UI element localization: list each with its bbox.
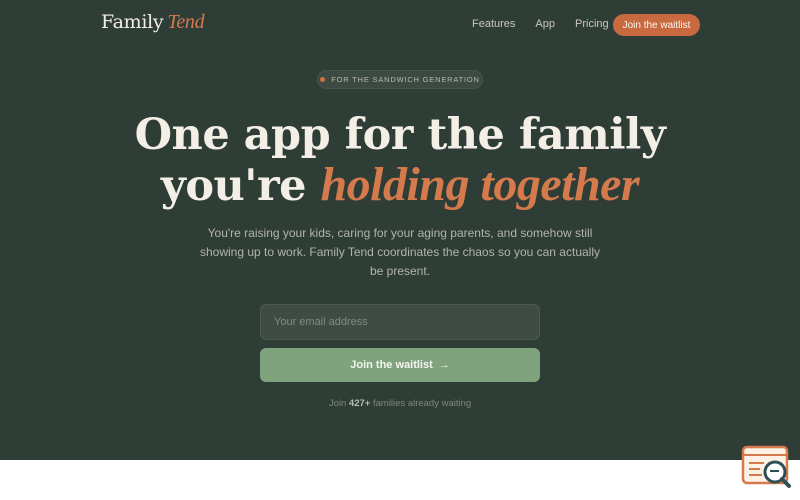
headline-line2-accent: holding together: [320, 158, 640, 211]
waitlist-count: 427+: [348, 398, 371, 409]
nav-link-pricing[interactable]: Pricing: [575, 18, 609, 30]
top-nav: Family Tend Features App Pricing Join the…: [0, 0, 800, 50]
badge-label: FOR THE SANDWICH GENERATION: [331, 75, 480, 84]
headline-line1: One app for the family: [134, 110, 666, 160]
social-proof-prefix: Join: [328, 398, 347, 409]
join-waitlist-label: Join the waitlist: [350, 359, 433, 371]
social-proof: Join 427+ families already waiting: [0, 398, 800, 409]
arrow-right-icon: →: [438, 359, 450, 371]
social-proof-suffix: families already waiting: [372, 398, 472, 409]
tagline-badge: FOR THE SANDWICH GENERATION: [317, 70, 483, 89]
join-waitlist-button[interactable]: Join the waitlist →: [260, 348, 540, 382]
next-section: [0, 460, 800, 500]
badge-dot-icon: [320, 77, 326, 82]
nav-link-features[interactable]: Features: [472, 18, 515, 30]
logo-accent: Tend: [167, 11, 205, 33]
search-feedback-icon[interactable]: [740, 444, 792, 490]
nav-waitlist-button[interactable]: Join the waitlist: [613, 14, 700, 36]
hero-headline: One app for the family you're holding to…: [0, 110, 800, 211]
email-input[interactable]: [260, 304, 540, 340]
headline-line2-plain: you're: [160, 161, 307, 211]
logo[interactable]: Family Tend: [101, 11, 205, 34]
nav-links: Features App Pricing: [472, 18, 609, 30]
nav-link-app[interactable]: App: [535, 18, 555, 30]
logo-main: Family: [101, 11, 164, 33]
hero-subtitle: You're raising your kids, caring for you…: [200, 226, 600, 278]
